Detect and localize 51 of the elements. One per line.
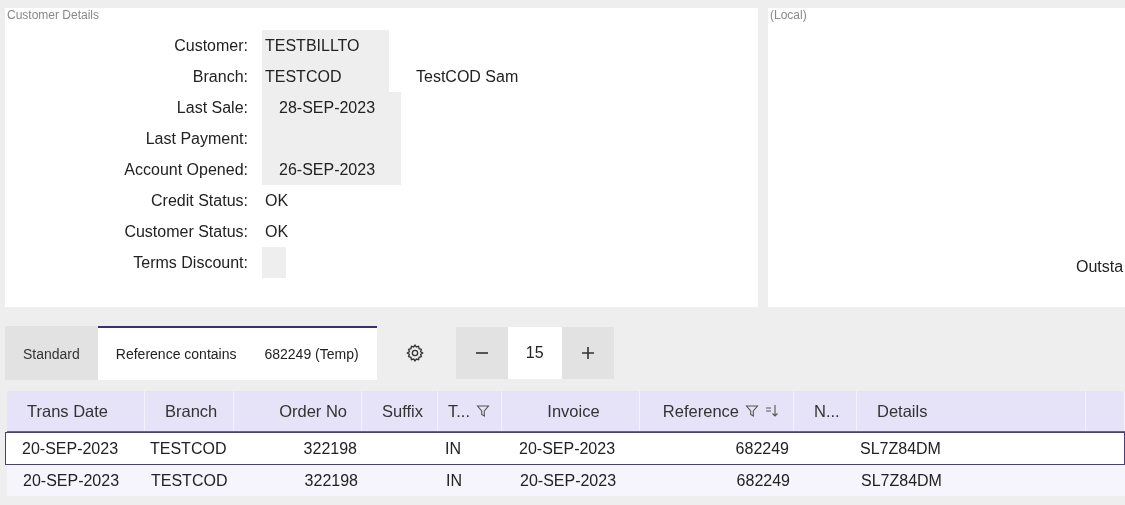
sort-icon[interactable] [765, 404, 779, 418]
table-cell: TESTCOD [151, 471, 228, 490]
field-value: TESTBILLTO [262, 30, 389, 61]
table-cell: TESTCOD [150, 439, 227, 458]
table-cell: SL7Z84DM [861, 471, 942, 490]
field-value: 26-SEP-2023 [262, 154, 401, 185]
table-cell: 20-SEP-2023 [23, 471, 120, 490]
column-header[interactable]: Reference [662, 401, 739, 421]
filter-tab[interactable]: Reference contains 682249 (Temp) [97, 326, 377, 380]
column-header[interactable]: Suffix [382, 401, 423, 421]
panel-title: (Local) [770, 8, 808, 22]
branch-name: TestCOD Sam [416, 67, 519, 86]
table-cell: 20-SEP-2023 [519, 439, 616, 458]
page-size-field[interactable]: 15 [507, 327, 562, 379]
table-row[interactable]: 20-SEP-2023 TESTCOD 322198 IN 20-SEP-2023 682249 SL7Z84DM [7, 465, 1125, 496]
table-cell: SL7Z84DM [860, 439, 941, 458]
field-value: OK [264, 191, 289, 211]
table-cell: 20-SEP-2023 [520, 471, 617, 490]
filter-icon[interactable] [745, 404, 759, 418]
field-label: Branch: [191, 67, 249, 86]
selected-row[interactable]: 20-SEP-2023 TESTCOD 322198 IN 20-SEP-2023 682249 SL7Z84DM [5, 432, 1125, 465]
field-value: TESTCOD [262, 61, 389, 92]
field-value: 28-SEP-2023 [262, 92, 401, 123]
column-header[interactable]: N... [814, 401, 840, 421]
field-label: Last Payment: [144, 129, 249, 148]
field-value: OK [264, 222, 289, 242]
panel-title: Customer Details [7, 8, 101, 22]
plus-icon [580, 346, 595, 360]
column-header[interactable]: T... [448, 401, 470, 421]
column-header[interactable]: Invoice [547, 401, 600, 421]
column-header[interactable]: Order No [279, 401, 347, 421]
table-cell: 322198 [304, 471, 358, 490]
field-label: Account Opened: [123, 160, 249, 179]
field-label: Last Sale: [175, 98, 249, 117]
table-cell: 20-SEP-2023 [22, 439, 119, 458]
table-cell: IN [445, 439, 461, 458]
column-header[interactable]: Branch [165, 401, 218, 421]
column-header[interactable]: Trans Date [27, 401, 108, 421]
outstanding-label: Outsta [1076, 258, 1124, 276]
field-label: Customer Status: [123, 222, 249, 241]
settings-icon[interactable] [404, 343, 425, 363]
table-cell: 322198 [303, 439, 357, 458]
table-cell: 682249 [735, 439, 789, 458]
filter-tab[interactable]: Standard [5, 326, 98, 380]
field-label: Terms Discount: [132, 253, 249, 272]
field-label: Credit Status: [150, 191, 249, 210]
table-cell: IN [446, 471, 462, 490]
column-header[interactable]: Details [877, 401, 928, 421]
filter-icon[interactable] [476, 404, 490, 418]
table-cell: 682249 [736, 471, 790, 490]
field-label: Customer: [173, 36, 249, 55]
